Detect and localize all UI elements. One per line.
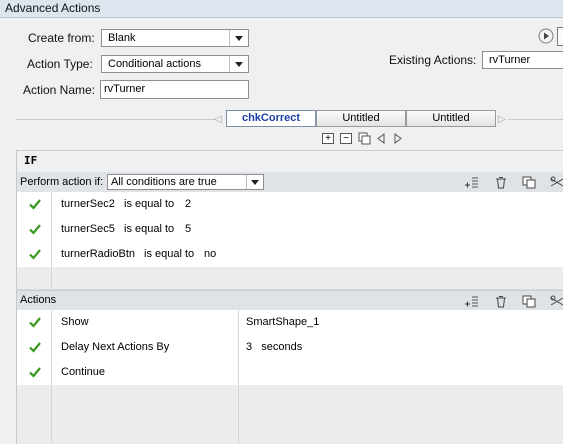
perform-action-label: Perform action if: <box>20 176 104 188</box>
condition-row[interactable]: turnerSec5 is equal to 5 <box>17 217 563 243</box>
action-name: Continue <box>61 366 106 378</box>
move-left-icon[interactable] <box>376 133 386 144</box>
action-row[interactable]: Show SmartShape_1 <box>17 310 563 336</box>
chevron-down-icon[interactable] <box>246 175 263 189</box>
check-icon[interactable] <box>29 223 41 235</box>
perform-action-bar: Perform action if: All conditions are tr… <box>17 172 563 193</box>
tab-chkcorrect[interactable]: chkCorrect <box>226 110 316 127</box>
tab-strip-line-right <box>508 119 563 120</box>
action-type-value: Conditional actions <box>108 58 201 70</box>
action-row-empty[interactable] <box>17 410 563 436</box>
action-row-empty[interactable] <box>17 435 563 444</box>
play-icon[interactable] <box>538 28 554 44</box>
condition-operator: is equal to <box>124 223 175 235</box>
condition-row[interactable]: turnerSec2 is equal to 2 <box>17 192 563 218</box>
window-titlebar: Advanced Actions <box>0 0 563 18</box>
action-name: Delay Next Actions By <box>61 341 170 353</box>
create-from-value: Blank <box>108 32 136 44</box>
condition-row-empty[interactable] <box>17 267 563 290</box>
tab-strip-line-left <box>16 119 216 120</box>
perform-action-dropdown[interactable]: All conditions are true <box>107 174 264 190</box>
check-icon[interactable] <box>29 366 41 378</box>
action-name-input[interactable]: rvTurner <box>100 80 249 99</box>
existing-actions-label: Existing Actions: <box>389 53 477 67</box>
action-name-label: Action Name: <box>23 83 96 97</box>
condition-row[interactable]: turnerRadioBtn is equal to no <box>17 242 563 268</box>
condition-operator: is equal to <box>124 198 175 210</box>
chevron-down-icon[interactable] <box>229 30 248 46</box>
action-row[interactable]: Continue <box>17 360 563 386</box>
condition-operator: is equal to <box>144 248 195 260</box>
check-icon[interactable] <box>29 341 41 353</box>
window-title: Advanced Actions <box>5 1 101 15</box>
existing-actions-value: rvTurner <box>489 54 531 66</box>
tab-scroll-left-icon[interactable]: ◁ <box>214 114 222 125</box>
duplicate-decision-icon[interactable] <box>358 132 371 145</box>
create-from-label: Create from: <box>28 31 95 45</box>
action-type-label: Action Type: <box>27 57 93 71</box>
actions-header: Actions <box>17 290 563 312</box>
if-title: IF <box>24 154 38 167</box>
action-name: Show <box>61 316 89 328</box>
action-target: 3 seconds <box>246 341 303 353</box>
cut-row-icon[interactable] <box>550 295 563 308</box>
add-decision-icon[interactable]: + <box>322 133 334 144</box>
condition-variable: turnerSec2 <box>61 198 115 210</box>
chevron-down-icon[interactable] <box>229 56 248 72</box>
add-row-icon[interactable] <box>464 295 478 308</box>
condition-value: no <box>204 248 217 260</box>
check-icon[interactable] <box>29 198 41 210</box>
action-target: SmartShape_1 <box>246 316 320 328</box>
preview-button[interactable] <box>557 27 563 46</box>
delete-row-icon[interactable] <box>494 295 508 308</box>
condition-variable: turnerRadioBtn <box>61 248 135 260</box>
existing-actions-dropdown[interactable]: rvTurner <box>482 51 563 69</box>
condition-panel: IF Perform action if: All conditions are… <box>16 150 563 444</box>
if-header: IF <box>17 150 563 173</box>
tab-untitled-1[interactable]: Untitled <box>316 110 406 127</box>
check-icon[interactable] <box>29 316 41 328</box>
perform-action-value: All conditions are true <box>111 176 217 188</box>
create-from-dropdown[interactable]: Blank <box>101 29 249 47</box>
cut-row-icon[interactable] <box>550 176 563 189</box>
move-right-icon[interactable] <box>393 133 403 144</box>
copy-row-icon[interactable] <box>522 295 536 308</box>
condition-value: 2 <box>185 198 192 210</box>
delete-row-icon[interactable] <box>494 176 508 189</box>
condition-value: 5 <box>185 223 192 235</box>
action-type-dropdown[interactable]: Conditional actions <box>101 55 249 73</box>
action-row[interactable]: Delay Next Actions By 3 seconds <box>17 335 563 361</box>
action-row-empty[interactable] <box>17 385 563 411</box>
actions-title: Actions <box>20 294 57 306</box>
remove-decision-icon[interactable]: − <box>340 133 352 144</box>
tab-scroll-right-icon[interactable]: ▷ <box>498 114 506 125</box>
add-row-icon[interactable] <box>464 176 478 189</box>
copy-row-icon[interactable] <box>522 176 536 189</box>
tab-untitled-2[interactable]: Untitled <box>406 110 496 127</box>
check-icon[interactable] <box>29 248 41 260</box>
condition-variable: turnerSec5 <box>61 223 115 235</box>
